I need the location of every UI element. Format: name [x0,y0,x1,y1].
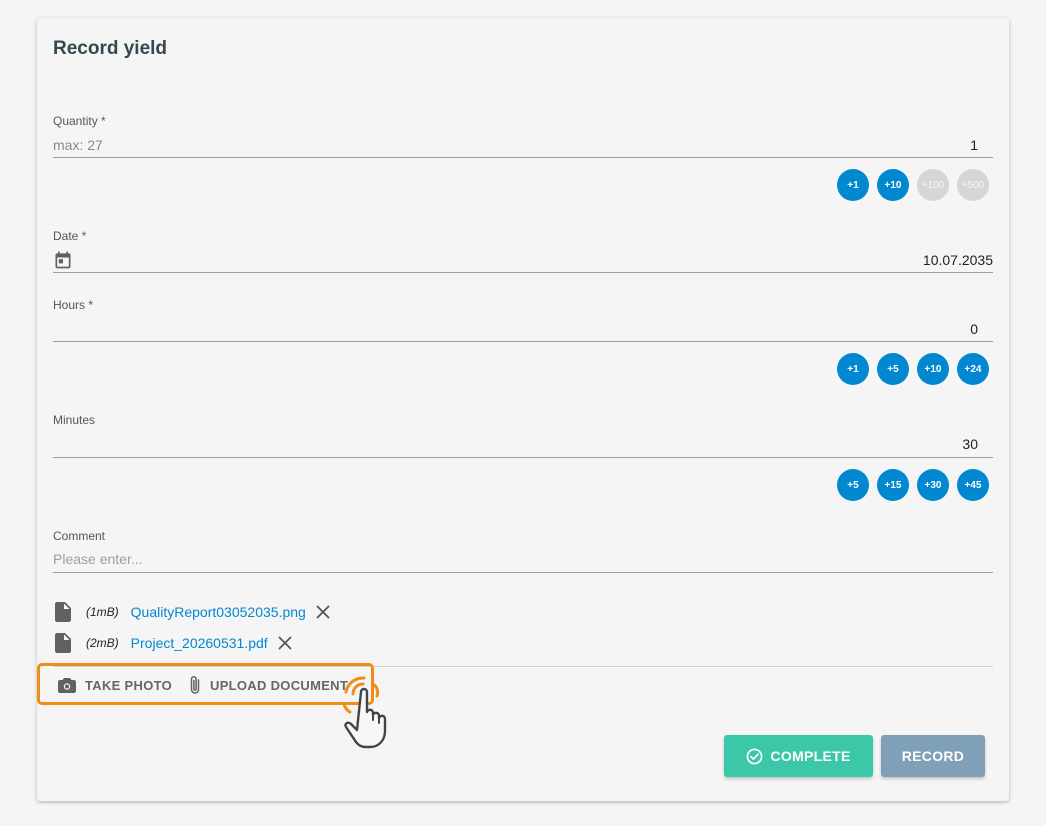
comment-input[interactable]: Please enter... [53,551,143,567]
file-icon [55,602,71,622]
file-icon [55,633,71,653]
upload-document-label: UPLOAD DOCUMENT [210,677,349,693]
comment-label: Comment [53,529,106,543]
attachment-size: (1mB) [86,605,119,619]
pointing-hand-icon [342,676,387,749]
close-icon[interactable] [316,605,330,619]
take-photo-button[interactable]: TAKE PHOTO [58,674,172,696]
close-icon[interactable] [278,636,292,650]
quantity-increment-button[interactable]: +1 [837,169,869,201]
record-button-label: RECORD [901,748,965,764]
date-underline [53,272,993,273]
minutes-label: Minutes [53,413,96,427]
page-title: Record yield [53,38,168,59]
minutes-increment-button[interactable]: +15 [877,469,909,501]
camera-icon [58,678,76,693]
minutes-increment-button[interactable]: +5 [837,469,869,501]
complete-button-label: COMPLETE [770,748,851,764]
attachment-item: (1mB) QualityReport03052035.png [55,601,330,623]
hours-label: Hours * [53,298,94,312]
upload-document-button[interactable]: UPLOAD DOCUMENT [189,674,348,696]
quantity-increment-button-disabled: +500 [957,169,989,201]
paperclip-icon [190,675,200,694]
hours-increment-button[interactable]: +1 [837,353,869,385]
quantity-input[interactable]: 1 [940,137,978,153]
attachment-size: (2mB) [86,636,119,650]
minutes-increment-button[interactable]: +30 [917,469,949,501]
quantity-label: Quantity * [53,114,106,128]
divider [53,666,993,667]
hours-increment-button[interactable]: +24 [957,353,989,385]
hours-increment-button[interactable]: +10 [917,353,949,385]
minutes-input[interactable]: 30 [940,436,978,452]
quantity-increment-button[interactable]: +10 [877,169,909,201]
attachment-link[interactable]: QualityReport03052035.png [131,604,306,620]
hours-input[interactable]: 0 [940,321,978,337]
attachment-item: (2mB) Project_20260531.pdf [55,632,292,654]
date-label: Date * [53,229,87,243]
hours-increment-button[interactable]: +5 [877,353,909,385]
quantity-hint: max: 27 [53,137,103,153]
comment-underline [53,572,993,573]
record-yield-card [37,18,1009,801]
date-input[interactable]: 10.07.2035 [880,252,993,268]
hours-underline [53,341,993,342]
minutes-increment-button[interactable]: +45 [957,469,989,501]
minutes-underline [53,457,993,458]
attachment-link[interactable]: Project_20260531.pdf [131,635,268,651]
complete-button[interactable]: COMPLETE [724,735,873,777]
record-button[interactable]: RECORD [881,735,985,777]
calendar-icon[interactable] [53,250,73,270]
check-circle-icon [746,748,763,764]
quantity-increment-button-disabled: +100 [917,169,949,201]
quantity-underline [53,157,993,158]
take-photo-label: TAKE PHOTO [85,677,173,693]
